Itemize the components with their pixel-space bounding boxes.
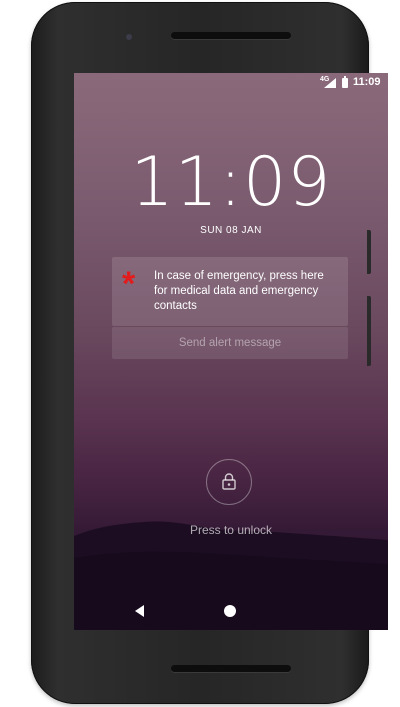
signal-strength-icon [324, 78, 336, 88]
unlock-hint: Press to unlock [189, 523, 273, 537]
volume-rocker [367, 296, 371, 366]
lockscreen-clock: 11:09 [130, 143, 332, 222]
emergency-message: In case of emergency, press here for med… [154, 270, 324, 312]
status-bar: 4G 11:09 [74, 73, 388, 93]
phone-frame: 4G 11:09 11:09 SUN 08 JAN * In case of e… [31, 2, 388, 704]
emergency-info-card[interactable]: * In case of emergency, press here for m… [112, 257, 348, 326]
unlock-button[interactable] [206, 459, 252, 505]
medical-asterisk-icon: * [122, 265, 136, 303]
lock-screen: 4G 11:09 11:09 SUN 08 JAN * In case of e… [74, 73, 388, 630]
front-camera [126, 34, 132, 40]
back-triangle-icon[interactable] [135, 605, 144, 617]
top-speaker-grille [171, 32, 291, 39]
lock-icon [222, 473, 236, 490]
send-alert-button[interactable]: Send alert message [112, 327, 348, 359]
battery-icon [342, 76, 348, 88]
status-time: 11:09 [353, 76, 381, 88]
power-button [367, 230, 371, 274]
lockscreen-date: SUN 08 JAN [200, 225, 262, 236]
home-circle-icon[interactable] [224, 605, 236, 617]
bottom-speaker-grille [171, 665, 291, 672]
